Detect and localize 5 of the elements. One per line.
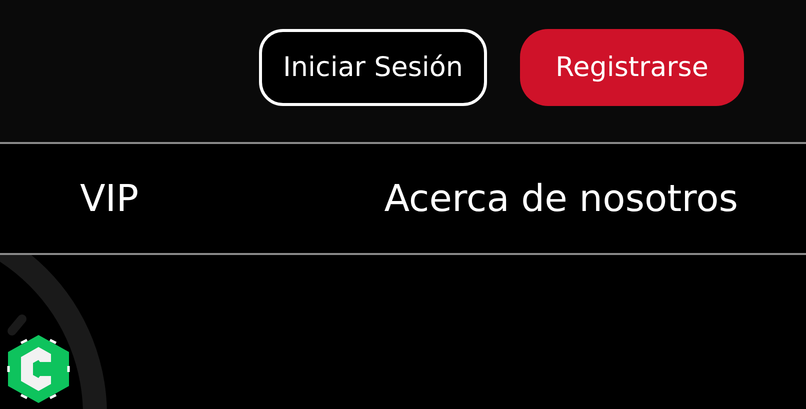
login-button[interactable]: Iniciar Sesión [259, 29, 487, 106]
register-button[interactable]: Registrarse [520, 29, 744, 106]
nav-link[interactable]: Acerca de nosotros [384, 177, 738, 220]
nav-link[interactable]: VIP [80, 177, 139, 220]
logo-icon [7, 334, 70, 404]
